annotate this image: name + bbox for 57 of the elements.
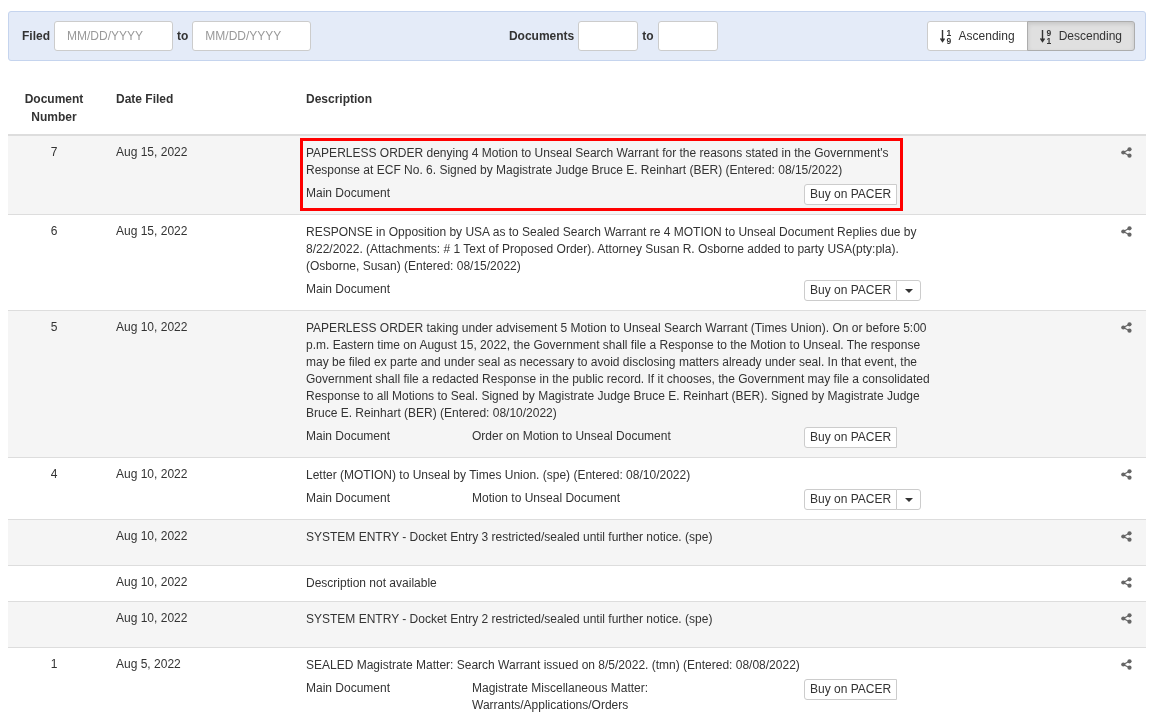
dropdown-toggle[interactable] bbox=[896, 489, 922, 510]
document-number: 1 bbox=[50, 657, 58, 671]
date-filed: Aug 10, 2022 bbox=[116, 529, 188, 543]
date-to-field[interactable]: MM/DD/YYYY bbox=[192, 21, 312, 51]
document-type: Motion to Unseal Document bbox=[472, 490, 622, 507]
document-type: Order on Motion to Unseal Document bbox=[472, 428, 672, 445]
buy-on-pacer-button[interactable]: Buy on PACER bbox=[804, 280, 898, 301]
document-number-header: Document Number bbox=[23, 91, 85, 126]
description-text: SYSTEM ENTRY - Docket Entry 2 restricted/sealed until further notice. (spe) bbox=[306, 611, 714, 628]
document-number: 4 bbox=[50, 467, 58, 481]
share-icon[interactable] bbox=[1121, 469, 1132, 481]
description-text: SYSTEM ENTRY - Docket Entry 3 restricted/sealed until further notice. (spe) bbox=[306, 529, 714, 546]
date-filed: Aug 10, 2022 bbox=[116, 320, 188, 334]
document-label: Main Document bbox=[306, 490, 392, 507]
buy-on-pacer-button[interactable]: Buy on PACER bbox=[804, 489, 898, 510]
description-text: Description not available bbox=[306, 575, 438, 592]
date-filed: Aug 15, 2022 bbox=[116, 224, 188, 238]
caret-icon bbox=[904, 288, 913, 293]
share-icon[interactable] bbox=[1121, 577, 1132, 589]
description-text: RESPONSE in Opposition by USA as to Sealed Search Warrant re 4 MOTION to Unseal Document Replies due by 8/22/2022. (Attachments: # 1 Text of Proposed Order). Attorney Susan R. Osborne added to party USA(pty:pla). (Osborne, Susan) (Entered: 08/15/2022) bbox=[306, 224, 918, 275]
buy-on-pacer-button[interactable]: Buy on PACER bbox=[804, 427, 898, 448]
share-icon[interactable] bbox=[1121, 147, 1132, 159]
description-text: PAPERLESS ORDER taking under advisement 5 Motion to Unseal Search Warrant (Times Union). On or before 5:00 p.m. Eastern time on August 15, 2022, the Government shall file a Response to the Motion to Unseal. The response may be filed ex parte and under seal as necessary to avoid disclosing matters already under seal. In that event, the Government shall file a redacted Response in the public record. If it chooses, the Government may file a consolidated Response to all Motions to Seal. Signed by Magistrate Judge Bruce E. Reinhart (BER). Signed by Magistrate Judge Bruce E. Reinhart (BER) (Entered: 08/10/2022) bbox=[306, 320, 931, 422]
share-icon[interactable] bbox=[1121, 613, 1132, 625]
to-label: to bbox=[642, 28, 654, 45]
dropdown-toggle[interactable] bbox=[896, 280, 922, 301]
document-number: 7 bbox=[50, 145, 58, 159]
document-type: Magistrate Miscellaneous Matter: Warrants/Applications/Orders bbox=[472, 680, 650, 713]
document-label: Main Document bbox=[306, 680, 392, 697]
document-number: 6 bbox=[50, 224, 58, 238]
date-filed: Aug 10, 2022 bbox=[116, 575, 188, 589]
share-icon[interactable] bbox=[1121, 322, 1132, 334]
description-text: PAPERLESS ORDER denying 4 Motion to Unseal Search Warrant for the reasons stated in the Government's Response at ECF No. 6. Signed by Magistrate Judge Bruce E. Reinhart (BER) (Entered: 08/15/2022) bbox=[306, 145, 890, 179]
document-label: Main Document bbox=[306, 428, 392, 445]
share-icon[interactable] bbox=[1121, 226, 1132, 238]
buy-on-pacer-button[interactable]: Buy on PACER bbox=[804, 679, 898, 700]
document-label: Main Document bbox=[306, 281, 392, 298]
description-text: SEALED Magistrate Matter: Search Warrant issued on 8/5/2022. (tmn) (Entered: 08/08/2022) bbox=[306, 657, 801, 674]
document-from-field[interactable] bbox=[578, 21, 639, 51]
documents-label: Documents bbox=[508, 28, 575, 45]
date-filed: Aug 15, 2022 bbox=[116, 145, 188, 159]
description-header: Description bbox=[306, 92, 372, 106]
share-icon[interactable] bbox=[1121, 531, 1132, 543]
date-from-field[interactable]: MM/DD/YYYY bbox=[54, 21, 173, 51]
share-icon[interactable] bbox=[1121, 659, 1132, 671]
date-filed: Aug 5, 2022 bbox=[116, 657, 181, 671]
filed-label: Filed bbox=[22, 28, 50, 45]
date-filed-header: Date Filed bbox=[116, 92, 174, 106]
date-filed: Aug 10, 2022 bbox=[116, 467, 188, 481]
document-number: 5 bbox=[50, 320, 58, 334]
date-filed: Aug 10, 2022 bbox=[116, 611, 188, 625]
document-label: Main Document bbox=[306, 185, 392, 202]
description-text: Letter (MOTION) to Unseal by Times Union. (spe) (Entered: 08/10/2022) bbox=[306, 467, 692, 484]
document-to-field[interactable] bbox=[657, 21, 718, 51]
caret-icon bbox=[904, 497, 913, 502]
to-label: to bbox=[177, 28, 189, 45]
buy-on-pacer-button[interactable]: Buy on PACER bbox=[804, 184, 898, 205]
